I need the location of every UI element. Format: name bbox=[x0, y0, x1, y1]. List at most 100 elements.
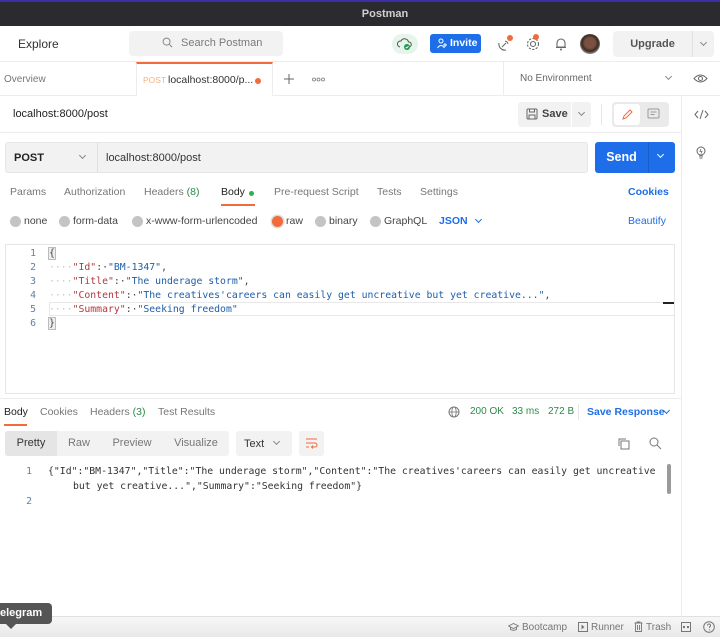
line-number: 1 bbox=[26, 466, 32, 477]
chevron-down-icon[interactable] bbox=[474, 215, 483, 224]
json-value: "The underage storm" bbox=[125, 276, 244, 287]
radio-raw-label: raw bbox=[286, 215, 303, 227]
request-body-editor[interactable]: 1 { 2 ····"Id":·"BM-1347", 3 ····"Title"… bbox=[5, 244, 675, 394]
invite-label: Invite bbox=[450, 37, 478, 49]
radio-raw[interactable] bbox=[272, 216, 283, 227]
radio-none-label: none bbox=[24, 215, 48, 227]
chevron-down-icon[interactable] bbox=[577, 108, 586, 117]
code-line: } bbox=[48, 317, 56, 330]
beautify-link[interactable]: Beautify bbox=[628, 215, 666, 227]
response-headers-count: (3) bbox=[132, 406, 146, 418]
search-icon bbox=[162, 37, 173, 48]
divider bbox=[692, 31, 693, 57]
radio-graphql[interactable] bbox=[370, 216, 381, 227]
json-key: "Content" bbox=[72, 290, 126, 301]
cloud-sync-icon[interactable] bbox=[392, 34, 418, 54]
edit-mode-button[interactable] bbox=[614, 104, 640, 125]
environment-label: No Environment bbox=[520, 73, 592, 84]
tab-settings[interactable]: Settings bbox=[420, 186, 458, 198]
view-preview[interactable]: Preview bbox=[101, 431, 163, 456]
lightbulb-icon[interactable] bbox=[694, 145, 708, 161]
save-response-button[interactable]: Save Response bbox=[587, 406, 665, 418]
response-tab-cookies[interactable]: Cookies bbox=[40, 406, 78, 418]
invite-button[interactable]: Invite bbox=[430, 34, 481, 53]
line-number: 5 bbox=[30, 304, 36, 315]
upgrade-button[interactable]: Upgrade bbox=[613, 31, 714, 57]
tab-request[interactable]: POST localhost:8000/p... bbox=[136, 62, 273, 96]
tab-tests[interactable]: Tests bbox=[377, 186, 402, 198]
globe-icon[interactable] bbox=[448, 406, 460, 418]
wrap-lines-button[interactable] bbox=[299, 431, 324, 456]
graduation-cap-icon bbox=[508, 622, 519, 631]
right-sidebar bbox=[681, 96, 720, 616]
code-line: ····"Summary":·"Seeking freedom" bbox=[49, 304, 238, 315]
tab-overview[interactable]: Overview bbox=[4, 74, 46, 85]
radio-binary[interactable] bbox=[315, 216, 326, 227]
tab-headers-label: Headers bbox=[144, 186, 184, 198]
chevron-down-icon[interactable] bbox=[656, 150, 665, 159]
response-headers-label: Headers bbox=[90, 406, 130, 418]
response-tab-headers[interactable]: Headers (3) bbox=[90, 406, 145, 418]
save-icon bbox=[526, 108, 538, 120]
json-value: "The creatives'careers can easily get un… bbox=[137, 290, 545, 301]
send-label: Send bbox=[606, 150, 637, 164]
eye-icon[interactable] bbox=[693, 73, 708, 84]
method-select[interactable]: POST bbox=[14, 152, 44, 164]
response-tab-body[interactable]: Body bbox=[4, 406, 28, 418]
comment-icon[interactable] bbox=[647, 108, 660, 121]
code-line: ····"Title":·"The underage storm", bbox=[49, 276, 250, 287]
tab-pre-request-script[interactable]: Pre-request Script bbox=[274, 186, 359, 198]
view-pretty[interactable]: Pretty bbox=[5, 431, 57, 456]
radio-urlencoded-label: x-www-form-urlencoded bbox=[146, 215, 258, 227]
response-time[interactable]: 33 ms bbox=[512, 406, 539, 417]
cookies-link[interactable]: Cookies bbox=[628, 186, 669, 198]
url-input[interactable]: localhost:8000/post bbox=[106, 152, 201, 164]
json-punct: , bbox=[544, 290, 551, 301]
json-punct: , bbox=[243, 276, 250, 287]
url-bar: POST localhost:8000/post bbox=[5, 142, 588, 173]
wrap-icon bbox=[306, 438, 318, 449]
response-tab-test-results[interactable]: Test Results bbox=[158, 406, 215, 418]
format-select[interactable]: JSON bbox=[439, 215, 468, 227]
search-icon[interactable] bbox=[649, 437, 662, 450]
tab-body[interactable]: Body bbox=[221, 186, 245, 198]
send-button[interactable]: Send bbox=[595, 142, 675, 173]
plus-icon[interactable] bbox=[283, 73, 295, 85]
tab-authorization[interactable]: Authorization bbox=[64, 186, 125, 198]
request-name[interactable]: localhost:8000/post bbox=[13, 108, 108, 120]
json-key: "Id" bbox=[72, 262, 97, 273]
two-pane-icon[interactable] bbox=[681, 622, 691, 632]
search-placeholder: Search Postman bbox=[181, 37, 263, 49]
radio-urlencoded[interactable] bbox=[132, 216, 143, 227]
chevron-down-icon[interactable] bbox=[699, 38, 708, 47]
code-line: { bbox=[48, 247, 56, 260]
response-format-select[interactable]: Text bbox=[236, 431, 292, 456]
search-input[interactable]: Search Postman bbox=[129, 31, 283, 56]
bell-icon[interactable] bbox=[552, 35, 570, 53]
runner-button[interactable]: Runner bbox=[591, 622, 624, 633]
copy-icon[interactable] bbox=[617, 437, 630, 450]
tab-headers[interactable]: Headers (8) bbox=[144, 186, 199, 198]
chevron-down-icon[interactable] bbox=[78, 151, 87, 160]
explore-link[interactable]: Explore bbox=[18, 37, 59, 51]
body-indicator-dot bbox=[249, 191, 254, 196]
active-tab-underline bbox=[221, 204, 255, 206]
save-button[interactable]: Save bbox=[518, 102, 591, 127]
bootcamp-button[interactable]: Bootcamp bbox=[522, 622, 567, 633]
response-size[interactable]: 272 B bbox=[548, 406, 574, 417]
environment-select[interactable]: No Environment bbox=[503, 62, 683, 96]
response-scrollbar[interactable] bbox=[667, 464, 671, 494]
help-icon[interactable] bbox=[703, 621, 715, 633]
code-line: ····"Content":·"The creatives'careers ca… bbox=[49, 290, 551, 301]
tab-params[interactable]: Params bbox=[10, 186, 46, 198]
more-icon[interactable] bbox=[312, 77, 325, 82]
radio-none[interactable] bbox=[10, 216, 21, 227]
mode-toggle bbox=[612, 102, 669, 127]
avatar[interactable] bbox=[580, 34, 600, 54]
radio-form-data[interactable] bbox=[59, 216, 70, 227]
view-raw[interactable]: Raw bbox=[57, 431, 101, 456]
view-visualize[interactable]: Visualize bbox=[163, 431, 229, 456]
code-icon[interactable] bbox=[694, 109, 709, 120]
status-code[interactable]: 200 OK bbox=[470, 406, 504, 417]
trash-button[interactable]: Trash bbox=[646, 622, 671, 633]
